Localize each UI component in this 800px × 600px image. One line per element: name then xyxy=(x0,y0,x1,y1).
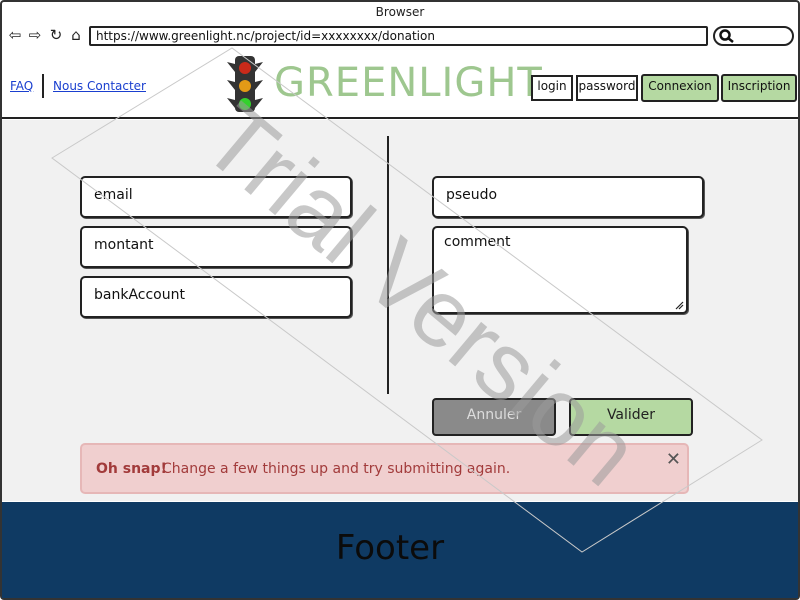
header-separator xyxy=(42,74,44,98)
error-alert: Oh snap! Change a few things up and try … xyxy=(80,443,689,494)
email-field[interactable]: email xyxy=(80,176,352,218)
traffic-light-logo xyxy=(227,56,263,112)
address-bar[interactable]: https://www.greenlight.nc/project/id=xxx… xyxy=(89,26,708,46)
alert-title: Oh snap! xyxy=(96,461,167,477)
comment-textarea[interactable]: comment xyxy=(432,226,688,314)
resize-grip-icon[interactable] xyxy=(674,300,684,310)
home-icon[interactable]: ⌂ xyxy=(67,26,85,44)
contact-link[interactable]: Nous Contacter xyxy=(53,79,146,93)
faq-link[interactable]: FAQ xyxy=(10,79,33,93)
window-title: Browser xyxy=(375,5,425,19)
password-input[interactable]: password xyxy=(576,75,638,101)
bank-account-field[interactable]: bankAccount xyxy=(80,276,352,318)
reload-icon[interactable]: ↻ xyxy=(47,26,65,44)
montant-field[interactable]: montant xyxy=(80,226,352,268)
back-icon[interactable]: ⇦ xyxy=(6,26,24,44)
login-input[interactable]: login xyxy=(531,75,573,101)
browser-search-input[interactable] xyxy=(713,26,794,46)
pseudo-field[interactable]: pseudo xyxy=(432,176,704,218)
alert-message: Change a few things up and try submittin… xyxy=(162,461,511,477)
connexion-button[interactable]: Connexion xyxy=(641,74,719,102)
comment-placeholder: comment xyxy=(444,234,511,250)
inscription-button[interactable]: Inscription xyxy=(721,74,797,102)
submit-button[interactable]: Valider xyxy=(569,398,693,436)
footer-label: Footer xyxy=(335,528,445,568)
cancel-button[interactable]: Annuler xyxy=(432,398,556,436)
column-divider xyxy=(387,136,389,394)
search-icon xyxy=(719,29,734,43)
brand-name: GREENLIGHT xyxy=(274,60,543,106)
close-icon[interactable]: ✕ xyxy=(666,449,681,470)
forward-icon[interactable]: ⇨ xyxy=(26,26,44,44)
